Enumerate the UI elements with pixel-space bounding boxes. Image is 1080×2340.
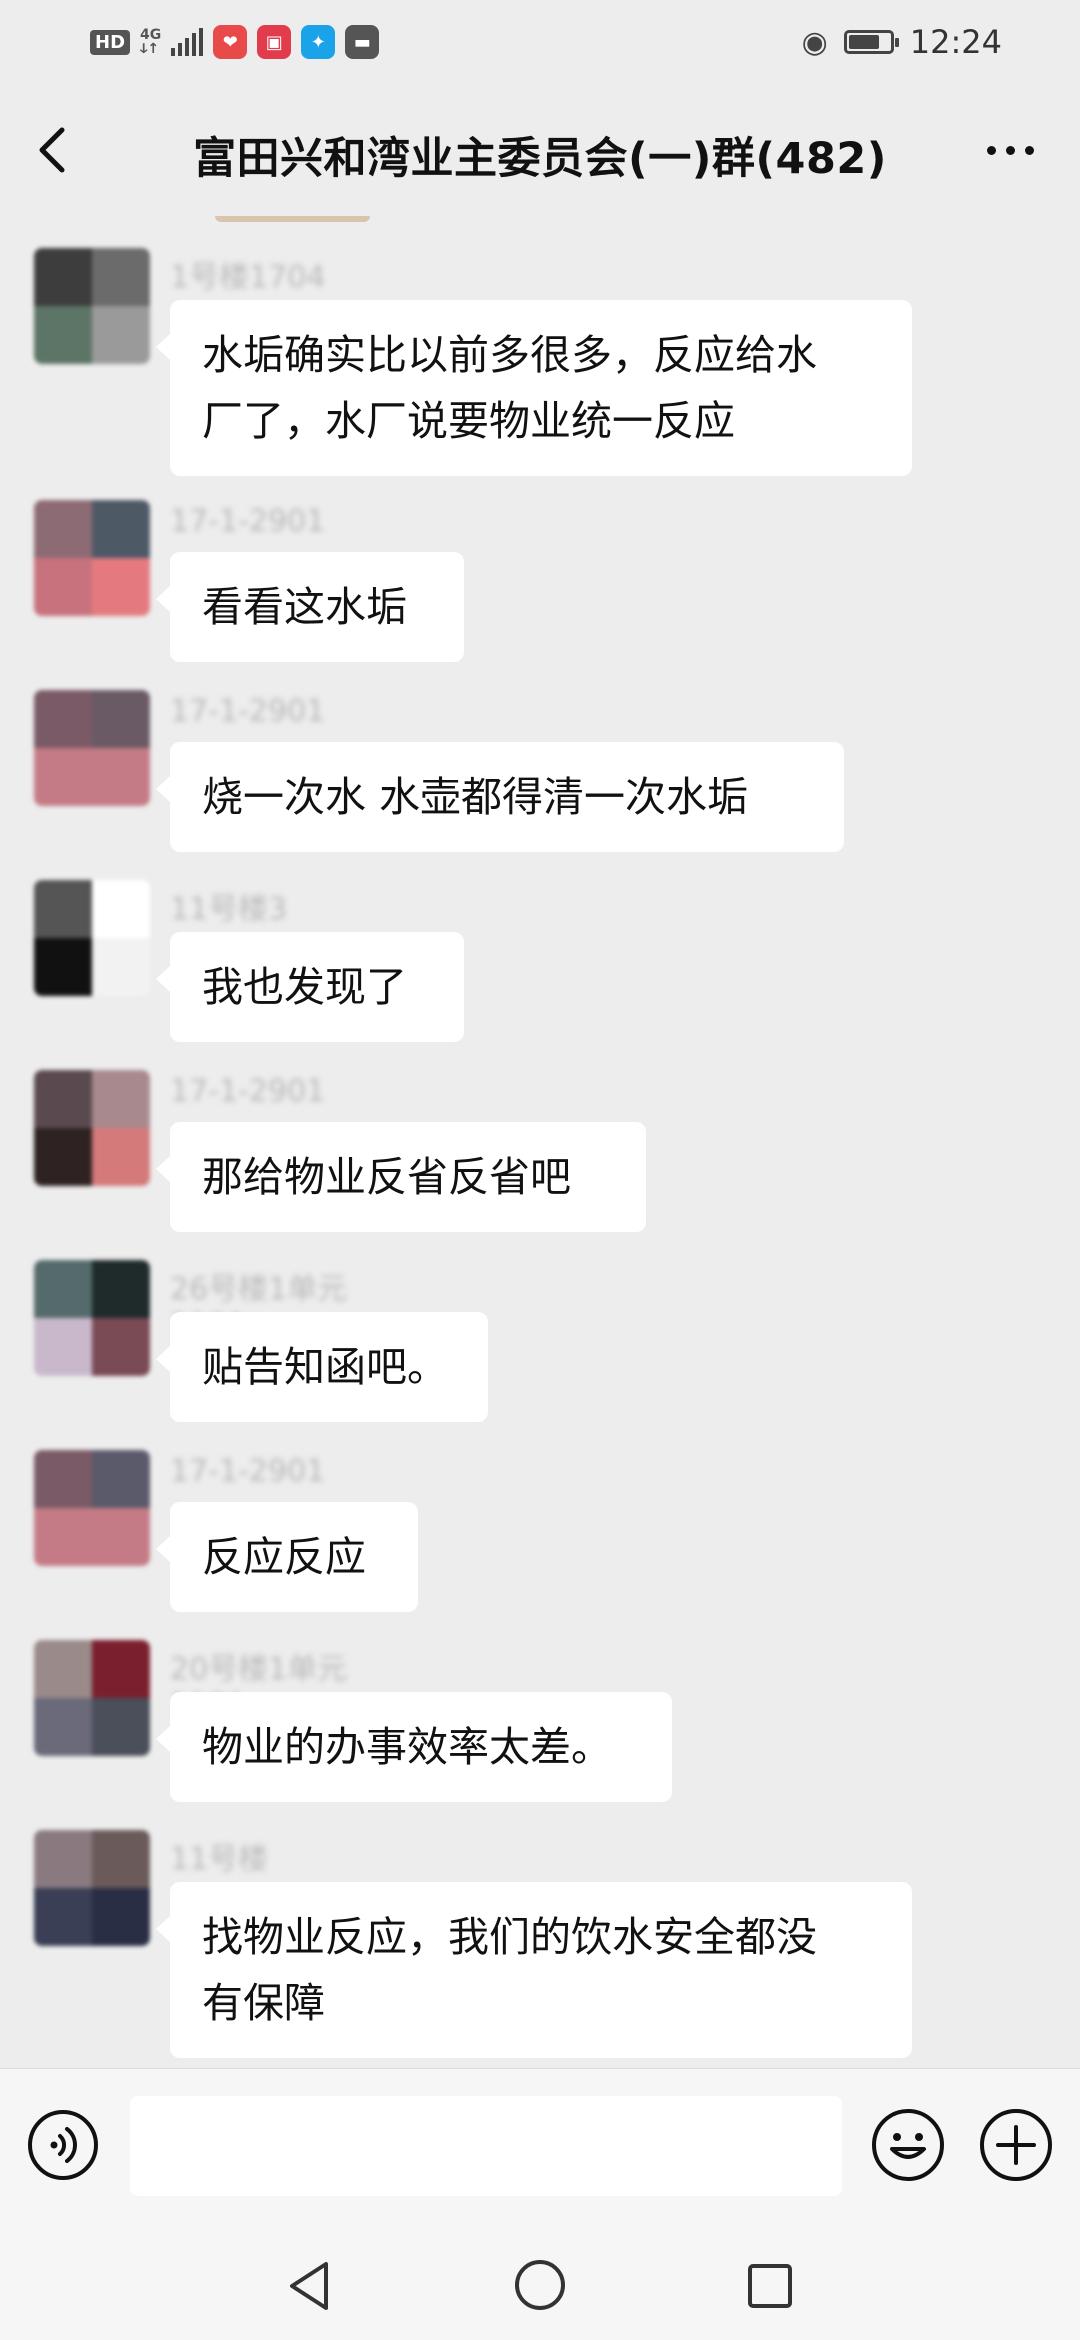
sender-name: 11号楼3 bbox=[170, 884, 370, 927]
eye-comfort-icon: ◉ bbox=[801, 24, 828, 60]
message-list[interactable]: 1号楼1704 水垢确实比以前多很多，反应给水 厂了，水厂说要物业统一反应 17… bbox=[0, 216, 1080, 2068]
system-navigation-bar bbox=[0, 2228, 1080, 2340]
avatar[interactable] bbox=[34, 690, 150, 806]
message-line: 烧一次水 水壶都得清一次水垢 bbox=[202, 773, 749, 821]
avatar[interactable] bbox=[34, 1260, 150, 1376]
voice-input-button[interactable] bbox=[28, 2110, 98, 2180]
nav-home-button[interactable] bbox=[510, 2255, 570, 2315]
more-dot-icon bbox=[986, 145, 996, 155]
nav-recents-button[interactable] bbox=[740, 2256, 800, 2316]
message-line: 水垢确实比以前多很多，反应给水 bbox=[202, 331, 817, 379]
triangle-back-icon bbox=[290, 2262, 328, 2310]
sender-name: 17-1-2901 bbox=[170, 504, 370, 544]
sender-name: 17-1-2901 bbox=[170, 1454, 370, 1494]
avatar[interactable] bbox=[34, 1640, 150, 1756]
network-activity: ↆ↑ bbox=[140, 41, 160, 57]
battery-level bbox=[848, 35, 879, 49]
previous-message-edge bbox=[215, 216, 370, 222]
message-line: 找物业反应，我们的饮水安全都没 bbox=[202, 1913, 817, 1961]
message-text-input[interactable] bbox=[130, 2096, 842, 2196]
battery-icon bbox=[843, 30, 899, 54]
sender-name-text: 17-1-2901 bbox=[170, 694, 326, 729]
avatar[interactable] bbox=[34, 1070, 150, 1186]
clock: 12:24 bbox=[909, 23, 1002, 61]
sender-name-text: 17-1-2901 bbox=[170, 504, 326, 539]
notification-app-icon-red: ❤ bbox=[213, 25, 248, 59]
network-type: 4G ↆ↑ bbox=[140, 28, 161, 56]
notification-app-icon-book: ▣ bbox=[257, 25, 292, 59]
notification-app-icon-bulb: ✦ bbox=[301, 25, 336, 59]
sender-name-text: 17-1-2901 bbox=[170, 1074, 326, 1109]
sender-name-text: 17-1-2901 bbox=[170, 1454, 326, 1489]
message-bubble[interactable]: 看看这水垢 bbox=[156, 552, 464, 662]
notification-app-icon-huawei: ▬ bbox=[345, 25, 380, 59]
chat-title: 富田兴和湾业主委员会(一)群(482) bbox=[193, 134, 887, 184]
voice-wave-icon bbox=[50, 2127, 77, 2163]
sender-name: 26号楼1单元1101 bbox=[170, 1264, 370, 1343]
emoji-button[interactable] bbox=[870, 2107, 946, 2183]
message-line: 我也发现了 bbox=[202, 963, 407, 1011]
message-bubble[interactable]: 反应反应 bbox=[156, 1502, 418, 1612]
sender-name: 17-1-2901 bbox=[170, 694, 370, 734]
avatar[interactable] bbox=[34, 500, 150, 616]
sender-name-text: 11号楼3 bbox=[170, 892, 288, 927]
sender-name: 11号楼 bbox=[170, 1834, 370, 1877]
message-bubble[interactable]: 找物业反应，我们的饮水安全都没 有保障 bbox=[156, 1882, 912, 2058]
message-bubble[interactable]: 那给物业反省反省吧 bbox=[156, 1122, 646, 1232]
plus-circle-icon bbox=[980, 2109, 1052, 2181]
sender-name-text: 1号楼1704 bbox=[170, 260, 326, 295]
message-line: 那给物业反省反省吧 bbox=[202, 1153, 571, 1201]
more-options-button[interactable] bbox=[970, 120, 1050, 180]
more-dot-icon bbox=[1005, 145, 1015, 155]
status-bar-right: ◉ 12:24 bbox=[802, 20, 1002, 64]
message-bubble[interactable]: 水垢确实比以前多很多，反应给水 厂了，水厂说要物业统一反应 bbox=[156, 300, 912, 476]
avatar[interactable] bbox=[34, 1830, 150, 1946]
message-line: 有保障 bbox=[202, 1979, 325, 2027]
message-bubble[interactable]: 烧一次水 水壶都得清一次水垢 bbox=[156, 742, 844, 852]
message-line: 厂了，水厂说要物业统一反应 bbox=[202, 397, 735, 445]
square-recents-icon bbox=[748, 2264, 792, 2308]
avatar[interactable] bbox=[34, 248, 150, 364]
avatar[interactable] bbox=[34, 1450, 150, 1566]
message-line: 贴告知函吧。 bbox=[202, 1343, 448, 1391]
status-bar-left: HD 4G ↆ↑ ❤ ▣ ✦ ▬ bbox=[90, 20, 380, 64]
message-line: 反应反应 bbox=[202, 1533, 366, 1581]
chat-input-bar bbox=[0, 2068, 1080, 2229]
avatar[interactable] bbox=[34, 880, 150, 996]
message-line: 看看这水垢 bbox=[202, 583, 407, 631]
status-bar: HD 4G ↆ↑ ❤ ▣ ✦ ▬ ◉ 12:24 bbox=[0, 0, 1080, 84]
more-dot-icon bbox=[1024, 145, 1034, 155]
hd-indicator: HD bbox=[90, 29, 131, 55]
message-bubble[interactable]: 物业的办事效率太差。 bbox=[156, 1692, 672, 1802]
signal-icon bbox=[171, 28, 204, 56]
chat-header: 富田兴和湾业主委员会(一)群(482) bbox=[0, 84, 1080, 216]
more-functions-button[interactable] bbox=[978, 2107, 1054, 2183]
message-bubble[interactable]: 我也发现了 bbox=[156, 932, 464, 1042]
message-line: 物业的办事效率太差。 bbox=[202, 1723, 612, 1771]
sender-name: 17-1-2901 bbox=[170, 1074, 370, 1114]
message-bubble[interactable]: 贴告知函吧。 bbox=[156, 1312, 488, 1422]
circle-home-icon bbox=[515, 2260, 565, 2310]
sender-name: 20号楼1单元1101 bbox=[170, 1644, 370, 1723]
nav-back-button[interactable] bbox=[282, 2256, 342, 2316]
sender-name-text: 11号楼 bbox=[170, 1842, 269, 1877]
sender-name: 1号楼1704 bbox=[170, 252, 370, 295]
emoji-smile-icon bbox=[872, 2109, 944, 2181]
